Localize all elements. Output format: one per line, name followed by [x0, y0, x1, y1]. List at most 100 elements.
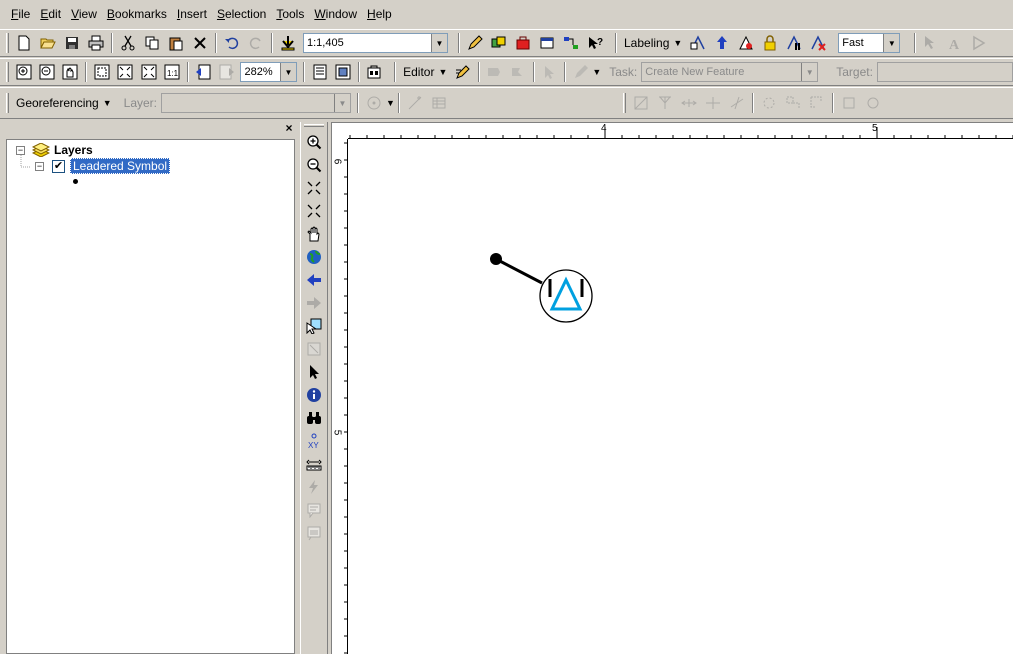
previous-extent-button[interactable] [193, 61, 214, 83]
collapse-icon[interactable]: − [16, 145, 25, 155]
menu-edit[interactable]: Edit [35, 4, 66, 24]
toolbar-grip[interactable] [6, 62, 9, 82]
label-weight-button[interactable] [735, 32, 757, 54]
cut-button[interactable] [117, 32, 139, 54]
menu-insert[interactable]: Insert [172, 4, 212, 24]
split-topology-button[interactable] [702, 92, 724, 114]
select-elements-tool[interactable] [303, 360, 325, 383]
editor-toolbar-button[interactable] [464, 32, 486, 54]
layer-visibility-checkbox[interactable]: ✔ [52, 159, 65, 173]
copy-button[interactable] [141, 32, 163, 54]
new-text-button[interactable]: A [944, 32, 966, 54]
open-button[interactable] [37, 32, 59, 54]
chevron-down-icon[interactable]: ▼ [883, 34, 900, 52]
toolbar-grip[interactable] [304, 124, 324, 127]
toolbar-grip[interactable] [6, 93, 9, 113]
zoom-out-tool[interactable] [303, 153, 325, 176]
delete-button[interactable] [189, 32, 211, 54]
zoom-whole-page-button[interactable] [91, 61, 112, 83]
map-topology-button[interactable] [654, 92, 676, 114]
fixed-zoom-out-page-button[interactable] [138, 61, 159, 83]
menu-tools[interactable]: Tools [271, 4, 309, 24]
chevron-down-icon[interactable]: ▼ [801, 63, 818, 81]
menu-file[interactable]: File [6, 4, 35, 24]
draw-quality-combo[interactable]: Fast ▼ [838, 33, 901, 53]
show-shared-features-button[interactable] [678, 92, 700, 114]
go-to-xy-tool[interactable]: XY [303, 429, 325, 452]
change-layout-button[interactable] [364, 61, 385, 83]
label-manager-button[interactable] [687, 32, 709, 54]
vertical-ruler[interactable]: 6 5 [331, 139, 348, 654]
text-direction-button[interactable] [968, 32, 990, 54]
save-button[interactable] [61, 32, 83, 54]
rotate-button[interactable] [363, 92, 385, 114]
chevron-down-icon[interactable]: ▼ [334, 94, 350, 112]
redo-button[interactable] [245, 32, 267, 54]
labeling-menu[interactable]: Labeling ▼ [620, 32, 686, 54]
zoom-in-page-button[interactable] [13, 61, 34, 83]
arctoolbox-button[interactable] [512, 32, 534, 54]
editor-menu[interactable]: Editor ▼ [399, 61, 451, 83]
label-priority-button[interactable] [711, 32, 733, 54]
find-tool[interactable] [303, 406, 325, 429]
topology-edit-button[interactable] [630, 92, 652, 114]
add-control-points-button[interactable] [404, 92, 426, 114]
fixed-zoom-out-tool[interactable] [303, 199, 325, 222]
menu-view[interactable]: View [66, 4, 102, 24]
measure-tool[interactable] [303, 452, 325, 475]
fixed-zoom-in-page-button[interactable] [115, 61, 136, 83]
arccatalog-button[interactable] [488, 32, 510, 54]
toggle-draft-mode-button[interactable] [309, 61, 330, 83]
menu-bookmarks[interactable]: Bookmarks [102, 4, 172, 24]
identify-tool[interactable] [303, 383, 325, 406]
collapse-icon[interactable]: − [35, 161, 44, 171]
add-data-button[interactable] [277, 32, 299, 54]
go-forward-extent-tool[interactable] [303, 291, 325, 314]
toc-layer-row[interactable]: − ✔ Leadered Symbol [35, 158, 171, 174]
html-popup-tool[interactable] [303, 498, 325, 521]
view-unplaced-labels-button[interactable] [807, 32, 829, 54]
lock-labels-button[interactable] [759, 32, 781, 54]
sketch-tool-button[interactable] [452, 61, 473, 83]
focus-data-frame-button[interactable] [332, 61, 353, 83]
modelbuilder-button[interactable] [560, 32, 582, 54]
georef-layer-combo[interactable]: ▼ [161, 93, 351, 113]
target-combo[interactable] [876, 62, 1013, 82]
task-combo[interactable]: Create New Feature ▼ [641, 62, 819, 82]
layer-name-label[interactable]: Leadered Symbol [70, 158, 171, 174]
print-button[interactable] [85, 32, 107, 54]
close-icon[interactable]: × [282, 122, 296, 136]
select-features-tool[interactable] [303, 314, 325, 337]
edit-pointer-button[interactable] [539, 61, 560, 83]
chevron-down-icon[interactable]: ▼ [592, 67, 601, 77]
fix-topology-error-button[interactable] [806, 92, 828, 114]
chevron-down-icon[interactable]: ▼ [386, 98, 395, 108]
layout-view[interactable]: 4 5 6 5 [331, 122, 1013, 654]
chevron-down-icon[interactable]: ▼ [431, 34, 447, 52]
zoom-100-button[interactable]: 1:1 [161, 61, 182, 83]
select-text-button[interactable] [920, 32, 942, 54]
reshape-tool-button[interactable] [507, 61, 528, 83]
view-link-table-button[interactable] [428, 92, 450, 114]
horizontal-ruler[interactable]: 4 5 [348, 123, 1013, 139]
fixed-zoom-in-tool[interactable] [303, 176, 325, 199]
map-scale-combo[interactable]: 1:1,405 ▼ [303, 33, 448, 53]
pause-labeling-button[interactable] [783, 32, 805, 54]
paste-button[interactable] [165, 32, 187, 54]
edit-tool-button[interactable] [484, 61, 505, 83]
sketch-palette-button[interactable] [570, 61, 591, 83]
menu-selection[interactable]: Selection [212, 4, 271, 24]
new-document-button[interactable] [13, 32, 35, 54]
align-edge-button[interactable] [726, 92, 748, 114]
construct-features-button[interactable] [782, 92, 804, 114]
draw-circle-button[interactable] [862, 92, 884, 114]
toc-root-row[interactable]: − Layers [16, 142, 93, 158]
create-viewer-tool[interactable] [303, 521, 325, 544]
generalize-button[interactable] [758, 92, 780, 114]
go-back-extent-tool[interactable] [303, 268, 325, 291]
menu-help[interactable]: Help [362, 4, 397, 24]
hyperlink-tool[interactable] [303, 475, 325, 498]
zoom-percent-combo[interactable]: 282% ▼ [240, 62, 297, 82]
next-extent-button[interactable] [216, 61, 237, 83]
toolbar-grip[interactable] [622, 93, 626, 113]
